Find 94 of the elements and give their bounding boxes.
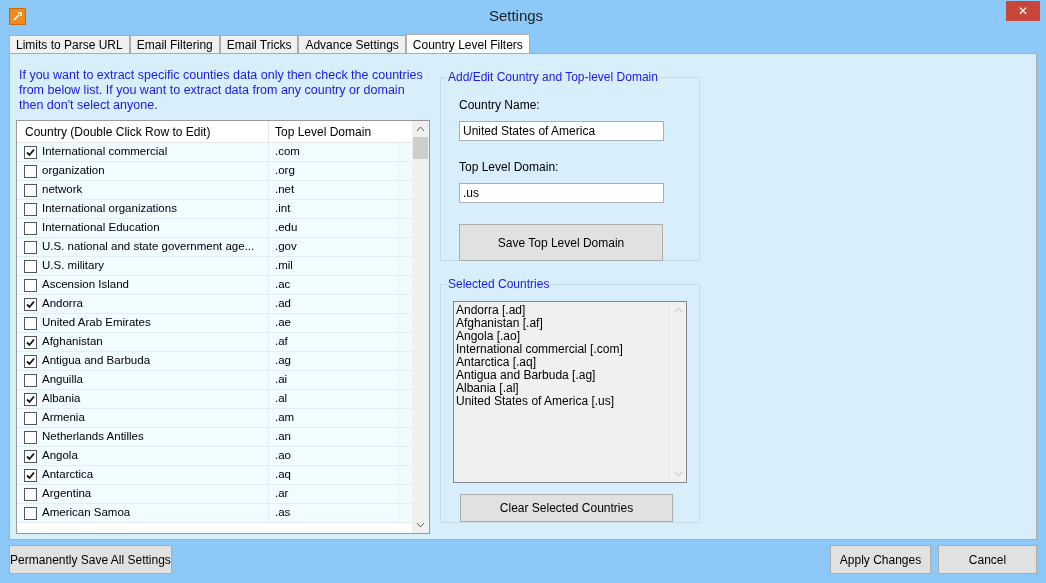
table-cell-text: Antigua and Barbuda	[42, 353, 151, 369]
tab[interactable]: Email Filtering	[129, 35, 220, 53]
checkbox[interactable]	[24, 221, 37, 235]
table-cell-text: American Samoa	[42, 505, 131, 521]
checkbox[interactable]	[24, 373, 37, 387]
checkbox[interactable]	[24, 392, 37, 406]
checkbox[interactable]	[24, 506, 37, 520]
table-cell-text: Afghanistan	[42, 334, 103, 350]
checkbox[interactable]	[24, 278, 37, 292]
checkbox[interactable]	[24, 145, 37, 159]
country-name-field[interactable]: United States of America	[459, 121, 664, 141]
table-cell-text: Ascension Island	[42, 277, 129, 293]
column-header[interactable]: Country (Double Click Row to Edit)	[17, 121, 269, 142]
table-cell: .ac	[269, 276, 399, 294]
checkbox[interactable]	[24, 411, 37, 425]
list-item[interactable]: Antigua and Barbuda [.ag]	[456, 369, 669, 382]
checkbox[interactable]	[24, 240, 37, 254]
field-label: Country Name:	[459, 97, 541, 114]
domain-field[interactable]: .us	[459, 183, 664, 203]
checkbox[interactable]	[24, 202, 37, 216]
window-title: Settings	[487, 6, 545, 27]
tab[interactable]: Email Tricks	[219, 35, 299, 53]
table-cell: .al	[269, 390, 399, 408]
table-cell-text: U.S. national and state government age...	[42, 239, 255, 255]
checkbox[interactable]	[24, 468, 37, 482]
checkbox[interactable]	[24, 297, 37, 311]
list-item[interactable]: Angola [.ao]	[456, 330, 669, 343]
table-cell-text: International commercial	[42, 144, 168, 160]
table-cell: .ar	[269, 485, 399, 503]
list-item[interactable]: United States of America [.us]	[456, 395, 669, 408]
table-cell: .gov	[269, 238, 399, 256]
table-cell: .ag	[269, 352, 399, 370]
table-cell: .mil	[269, 257, 399, 275]
table-cell: .ae	[269, 314, 399, 332]
checkbox[interactable]	[24, 183, 37, 197]
table-cell: .as	[269, 504, 399, 522]
table-cell-text: Albania	[42, 391, 81, 407]
column-header[interactable]: Top Level Domain	[269, 121, 372, 142]
group-title: Selected Countries	[447, 276, 551, 293]
table-cell-text: Anguilla	[42, 372, 83, 388]
list-item[interactable]: International commercial [.com]	[456, 343, 669, 356]
group-title: Add/Edit Country and Top-level Domain	[447, 69, 659, 86]
table-cell: .net	[269, 181, 399, 199]
table-cell-text: Angola	[42, 448, 78, 464]
checkbox[interactable]	[24, 430, 37, 444]
table-cell-text: organization	[42, 163, 105, 179]
table-cell-text: Netherlands Antilles	[42, 429, 144, 445]
table-cell-text: Armenia	[42, 410, 85, 426]
table-cell-text: Andorra	[42, 296, 83, 312]
checkbox[interactable]	[24, 259, 37, 273]
checkbox[interactable]	[24, 335, 37, 349]
table-cell: .ao	[269, 447, 399, 465]
checkmark-icon	[26, 299, 35, 309]
table-cell: .aq	[269, 466, 399, 484]
table-cell-text: Argentina	[42, 486, 92, 502]
list-item[interactable]: Afghanistan [.af]	[456, 317, 669, 330]
table-cell-text: United Arab Emirates	[42, 315, 151, 331]
table-cell: .an	[269, 428, 399, 446]
close-button[interactable]: ✕	[1006, 0, 1040, 21]
scroll-thumb[interactable]	[413, 137, 428, 159]
table-cell: .ad	[269, 295, 399, 313]
button[interactable]: Cancel	[938, 545, 1037, 574]
table-cell: .af	[269, 333, 399, 351]
table-cell-text: Antarctica	[42, 467, 94, 483]
table-cell-text: International organizations	[42, 201, 177, 217]
button[interactable]: Apply Changes	[830, 545, 931, 574]
instructions-text: If you want to extract specific counties data only then check the countries from below list. If you want to extract data from any country or domain then don't select anyone.	[18, 68, 424, 114]
checkbox[interactable]	[24, 164, 37, 178]
table-cell: .am	[269, 409, 399, 427]
list-item[interactable]: Albania [.al]	[456, 382, 669, 395]
checkbox[interactable]	[24, 354, 37, 368]
checkbox[interactable]	[24, 487, 37, 501]
table-cell-text: International Education	[42, 220, 160, 236]
table-cell: .com	[269, 143, 399, 161]
table-cell: .edu	[269, 219, 399, 237]
tab[interactable]: Limits to Parse URL	[9, 35, 130, 53]
button[interactable]: Save Top Level Domain	[459, 224, 663, 261]
table-cell: .ai	[269, 371, 399, 389]
button[interactable]: Clear Selected Countries	[460, 494, 673, 522]
tab[interactable]: Country Level Filters	[405, 34, 530, 54]
table-cell: .int	[269, 200, 399, 218]
checkbox[interactable]	[24, 316, 37, 330]
table-cell-text: U.S. military	[42, 258, 104, 274]
table-cell-text: network	[42, 182, 83, 198]
list-item[interactable]: Antarctica [.aq]	[456, 356, 669, 369]
field-label: Top Level Domain:	[459, 159, 560, 176]
tab[interactable]: Advance Settings	[298, 35, 406, 53]
checkmark-icon	[26, 147, 35, 157]
scrollbar[interactable]	[412, 121, 429, 533]
table-cell: .org	[269, 162, 399, 180]
list-item[interactable]: Andorra [.ad]	[456, 304, 669, 317]
checkmark-icon	[26, 394, 35, 404]
checkbox[interactable]	[24, 449, 37, 463]
button[interactable]: Permanently Save All Settings	[9, 545, 172, 574]
